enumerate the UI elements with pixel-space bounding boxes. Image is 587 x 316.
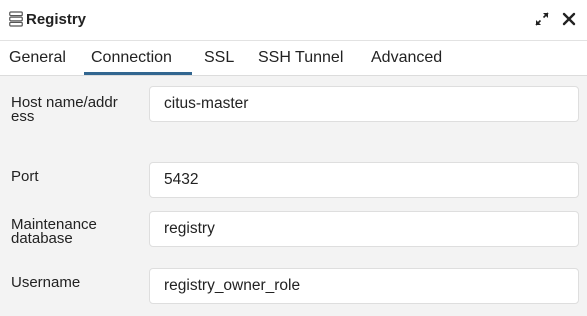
active-tab-indicator <box>84 72 192 75</box>
dialog-titlebar[interactable]: Registry <box>0 0 587 40</box>
registry-dialog: Registry General Connection SSL SSH Tunn… <box>0 0 587 316</box>
port-input[interactable]: 5432 <box>149 162 579 198</box>
tab-advanced[interactable]: Advanced <box>371 41 442 76</box>
tab-bar: General Connection SSL SSH Tunnel Advanc… <box>0 40 587 76</box>
server-icon <box>9 11 23 27</box>
tab-general[interactable]: General <box>9 41 66 76</box>
username-label: Username <box>11 274 81 291</box>
maintenance-db-input[interactable]: registry <box>149 211 579 247</box>
username-input[interactable]: registry_owner_role <box>149 268 579 304</box>
host-label: Host name/address <box>11 94 118 125</box>
expand-icon[interactable] <box>535 12 549 26</box>
tab-connection[interactable]: Connection <box>91 41 172 76</box>
tab-ssl[interactable]: SSL <box>204 41 234 76</box>
tab-ssh-tunnel[interactable]: SSH Tunnel <box>258 41 343 76</box>
maintenance-db-label: Maintenance database <box>11 216 97 247</box>
host-input[interactable]: citus-master <box>149 86 579 122</box>
port-label: Port <box>11 168 39 185</box>
dialog-title: Registry <box>26 11 87 28</box>
close-icon[interactable] <box>562 12 576 26</box>
